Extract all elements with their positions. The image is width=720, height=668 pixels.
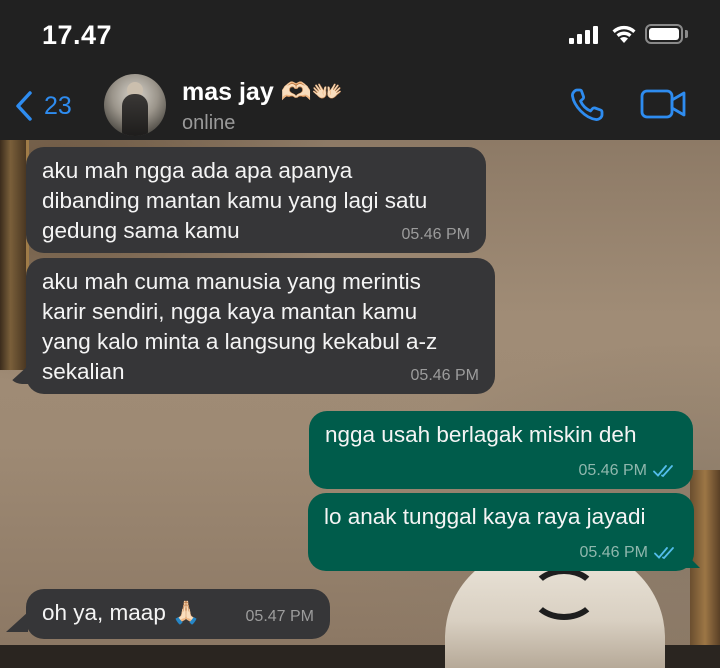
video-camera-icon[interactable] [640, 88, 688, 120]
message-time: 05.47 PM [245, 608, 314, 625]
message-bubble-outgoing[interactable]: ngga usah berlagak miskin deh 05.46 PM [309, 411, 693, 489]
message-time: 05.46 PM [579, 462, 677, 480]
back-button[interactable]: 23 [14, 86, 94, 126]
battery-tip [685, 30, 688, 38]
message-text: lo anak tunggal kaya raya jayadi [324, 504, 646, 529]
signal-icon [569, 26, 601, 44]
message-bubble-incoming[interactable]: aku mah ngga ada apa apanya dibanding ma… [26, 147, 486, 253]
message-bubble-outgoing[interactable]: lo anak tunggal kaya raya jayadi 05.46 P… [308, 493, 694, 571]
wifi-icon [612, 25, 636, 43]
double-check-icon [654, 547, 674, 560]
contact-status: online [182, 112, 236, 134]
message-bubble-incoming[interactable]: oh ya, maap 🙏🏻 05.47 PM [26, 589, 330, 639]
wallpaper-frame-decoration [690, 470, 720, 645]
message-time: 05.46 PM [580, 544, 678, 562]
unread-count: 23 [44, 91, 72, 120]
wallpaper-frame-decoration [0, 140, 29, 370]
chevron-left-icon [16, 91, 32, 121]
avatar-figure [122, 94, 148, 136]
message-text: ngga usah berlagak miskin deh [325, 422, 637, 447]
status-time: 17.47 [42, 20, 113, 50]
avatar[interactable] [104, 74, 166, 136]
message-bubble-incoming[interactable]: aku mah cuma manusia yang merintis karir… [26, 258, 495, 394]
wallpaper-logo [530, 568, 598, 620]
contact-name[interactable]: mas jay 🫶🏻👐🏻 [182, 78, 343, 107]
double-check-icon [653, 465, 673, 478]
phone-icon[interactable] [568, 86, 606, 124]
chat-header: 17.47 23 mas jay 🫶🏻👐🏻 online [0, 0, 720, 140]
message-time: 05.46 PM [401, 226, 470, 243]
message-time: 05.46 PM [410, 367, 479, 384]
battery-icon [645, 24, 683, 44]
